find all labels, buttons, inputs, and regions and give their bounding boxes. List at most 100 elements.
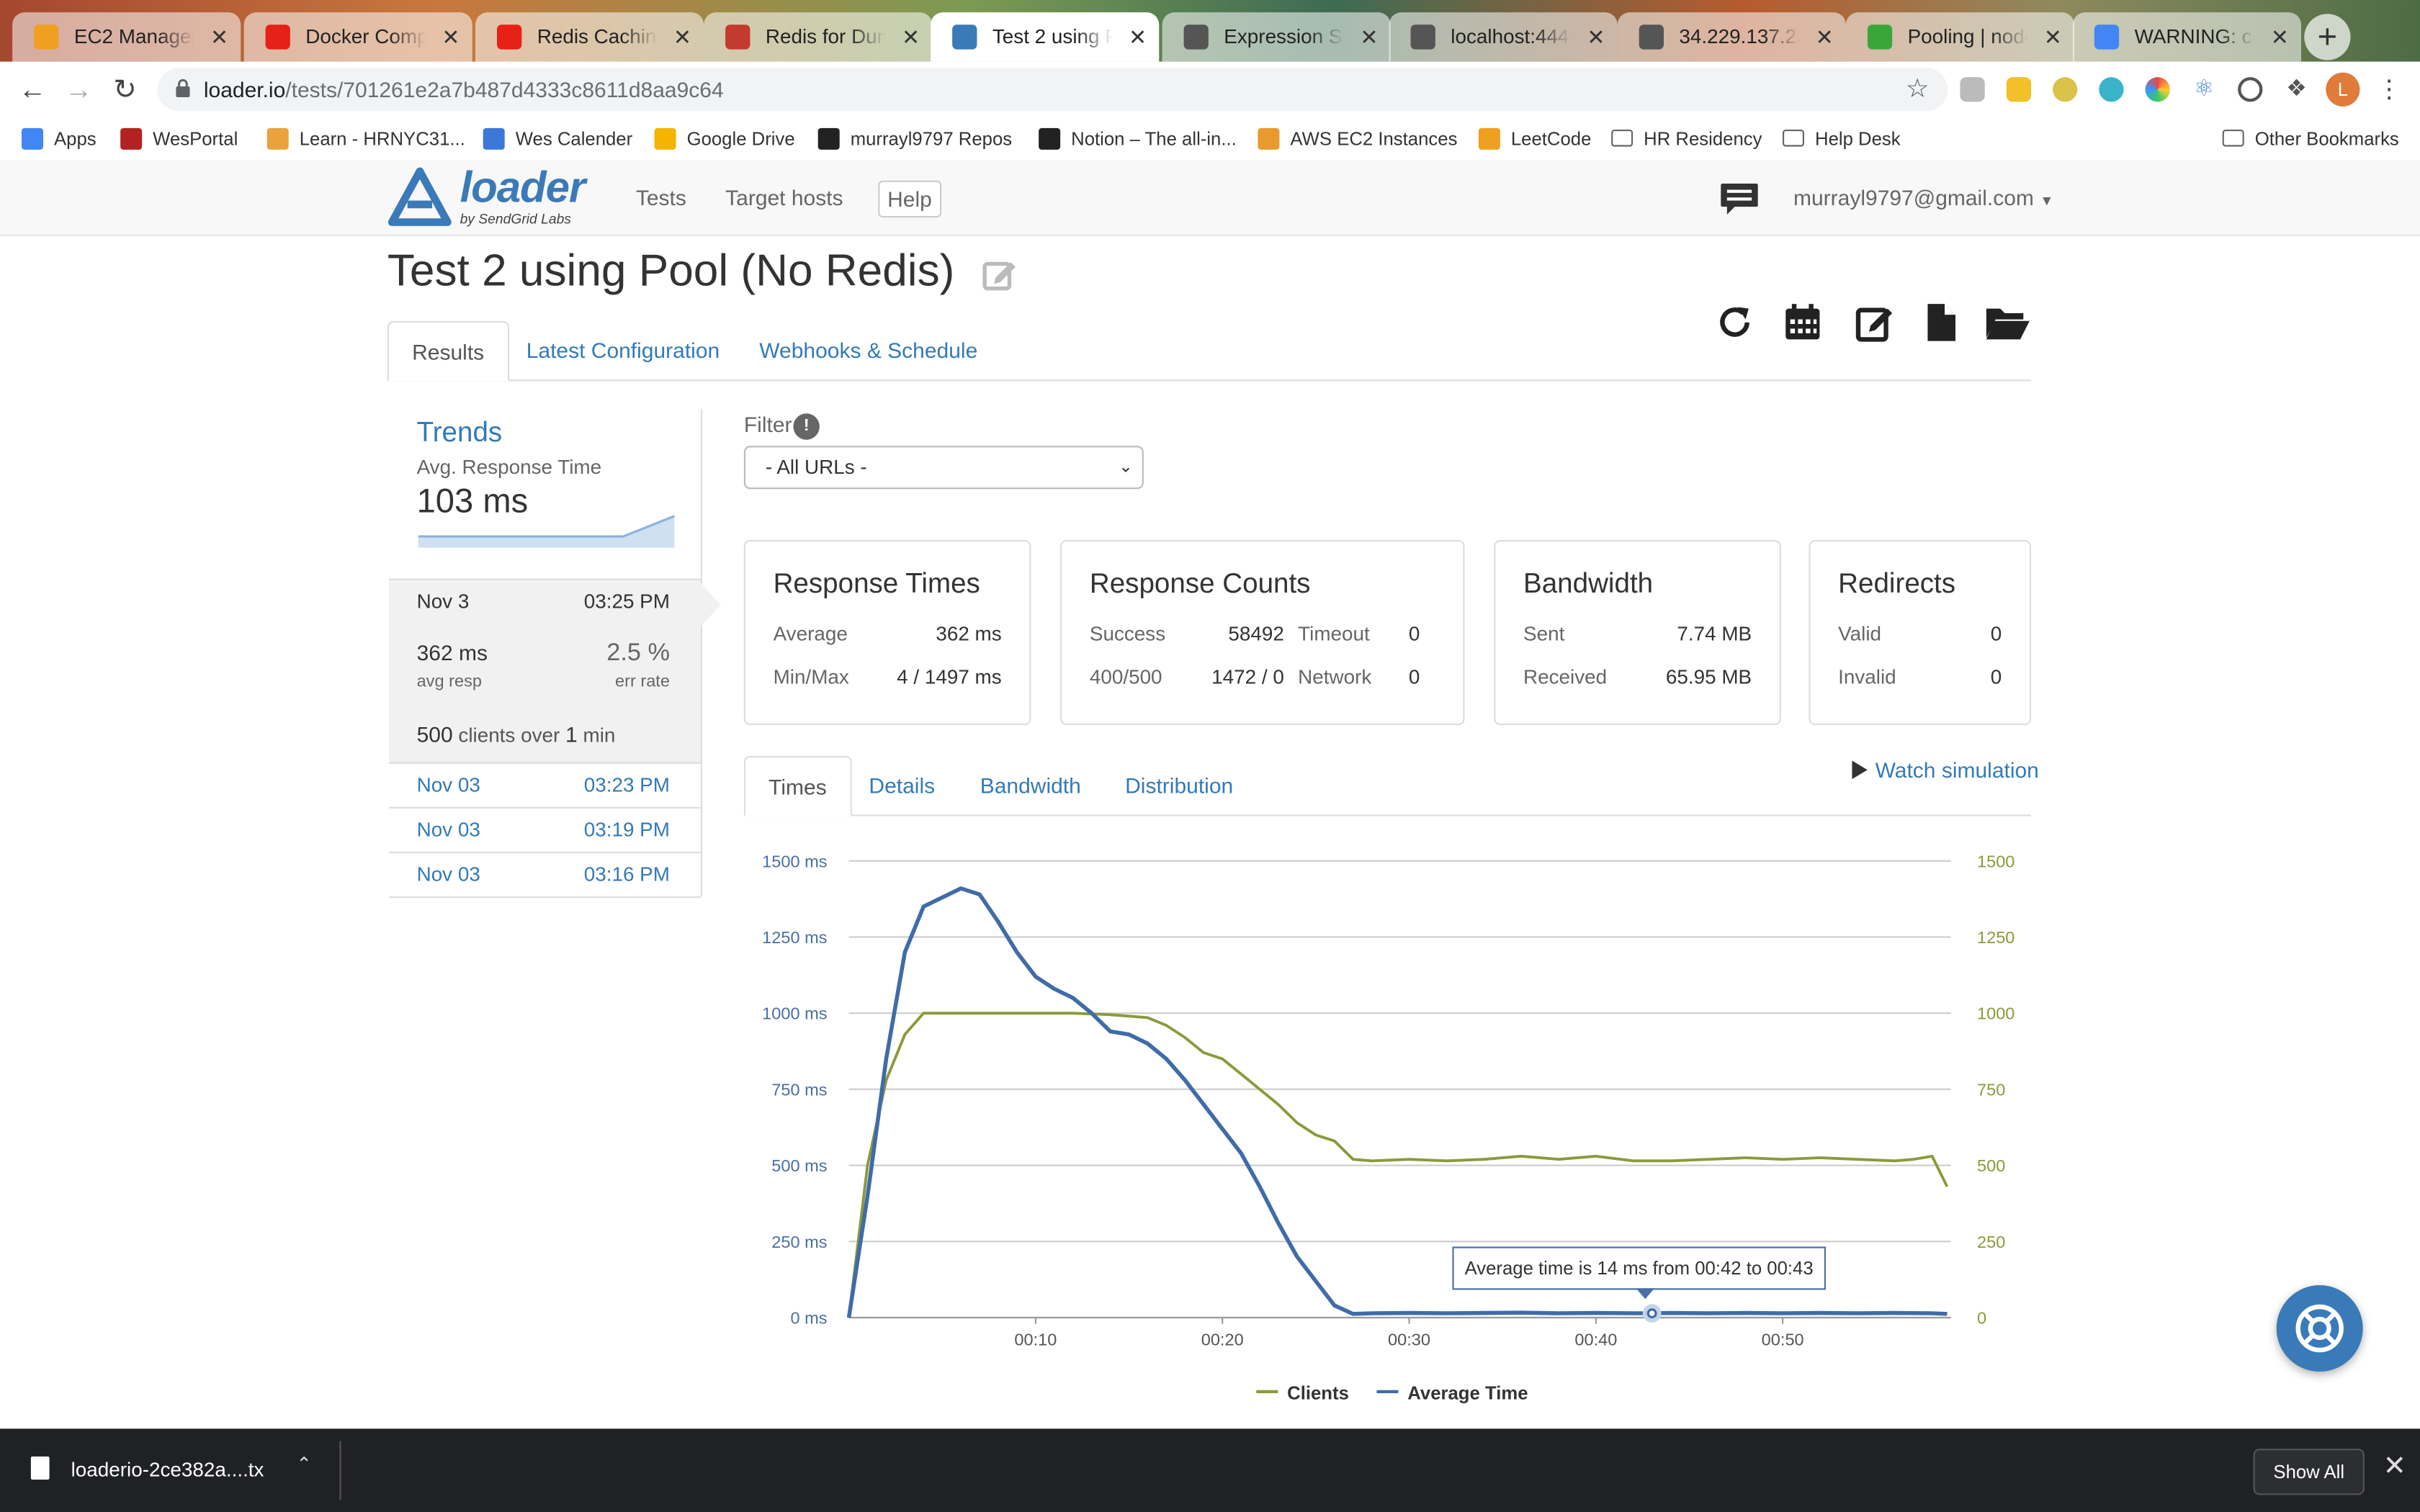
- github-icon: [817, 127, 840, 150]
- favicon-icon: [1183, 24, 1209, 50]
- tab-latest-configuration[interactable]: Latest Configuration: [503, 321, 743, 379]
- bookmark-item[interactable]: Wes Calender: [483, 127, 632, 151]
- tab-label: Redis for Dummies: [765, 24, 886, 48]
- run-history-item[interactable]: Nov 03 03:16 PM: [389, 852, 701, 899]
- times-chart[interactable]: 0 ms 0 250 ms 250 500 ms 500 750 ms 750 1000 ms 1…: [744, 833, 2031, 1365]
- stat-value: 0: [1408, 665, 1420, 688]
- close-tab-icon[interactable]: ✕: [1816, 12, 1834, 62]
- info-icon[interactable]: !: [793, 413, 820, 440]
- close-icon[interactable]: ✕: [2383, 1450, 2406, 1482]
- new-tab-button[interactable]: +: [2304, 14, 2351, 60]
- trends-title[interactable]: Trends: [417, 417, 503, 449]
- extension-icon[interactable]: [2006, 77, 2031, 102]
- run-date: Nov 3: [416, 589, 470, 613]
- browser-tab[interactable]: Docker Compose ✕: [243, 12, 472, 62]
- forward-arrow-icon[interactable]: →: [58, 71, 99, 108]
- close-tab-icon[interactable]: ✕: [902, 12, 920, 62]
- bookmark-item[interactable]: AWS EC2 Instances: [1258, 127, 1457, 151]
- chat-icon[interactable]: [1719, 182, 1760, 216]
- y-tick-label-left: 500 ms: [771, 1156, 827, 1175]
- extension-icon[interactable]: [1960, 77, 1985, 102]
- bookmark-item[interactable]: Google Drive: [654, 127, 795, 151]
- close-tab-icon[interactable]: ✕: [1360, 12, 1378, 62]
- browser-tab[interactable]: Expression Syntax ✕: [1162, 12, 1391, 62]
- bookmark-item[interactable]: Apps: [22, 127, 97, 151]
- browser-menu-icon[interactable]: ⋮: [2377, 74, 2401, 105]
- browser-tab[interactable]: Redis Caching ✕: [475, 12, 704, 62]
- bookmark-item[interactable]: Notion – The all-in...: [1039, 127, 1237, 151]
- tab-details[interactable]: Details: [846, 756, 958, 814]
- close-tab-icon[interactable]: ✕: [2271, 12, 2289, 62]
- trends-sparkline: [418, 515, 676, 548]
- browser-tab[interactable]: 34.229.137.235 ✕: [1617, 12, 1846, 62]
- puzzle-extensions-icon[interactable]: ❖: [2284, 76, 2308, 102]
- browser-tab[interactable]: localhost:4444 ✕: [1389, 12, 1618, 62]
- show-all-downloads-button[interactable]: Show All: [2253, 1449, 2365, 1495]
- y-tick-label-right: 1500: [1977, 852, 2015, 870]
- panel-title: Response Counts: [1089, 567, 1311, 599]
- bookmark-item[interactable]: LeetCode: [1478, 127, 1591, 151]
- address-bar[interactable]: loader.io/tests/701261e2a7b487d4333c8611…: [157, 68, 1948, 112]
- profile-avatar[interactable]: L: [2326, 72, 2360, 107]
- tab-label: EC2 Management: [73, 24, 194, 48]
- chevron-up-icon[interactable]: ⌃: [296, 1454, 312, 1475]
- bookmark-item[interactable]: WesPortal: [120, 127, 238, 151]
- nav-tests[interactable]: Tests: [636, 185, 686, 210]
- legend-clients[interactable]: Clients: [1256, 1382, 1349, 1404]
- extension-icon[interactable]: [2053, 77, 2078, 102]
- extension-icon[interactable]: [2145, 77, 2170, 102]
- tab-webhooks-schedule[interactable]: Webhooks & Schedule: [736, 321, 1000, 379]
- run-history-item[interactable]: Nov 03 03:23 PM: [389, 762, 701, 809]
- back-arrow-icon[interactable]: ←: [12, 71, 53, 108]
- close-tab-icon[interactable]: ✕: [2044, 12, 2062, 62]
- reload-icon[interactable]: ↻: [105, 71, 145, 108]
- help-button[interactable]: Help: [878, 180, 941, 218]
- run-history-item[interactable]: Nov 03 03:19 PM: [389, 807, 701, 853]
- stat-label: Received: [1523, 665, 1608, 688]
- close-tab-icon[interactable]: ✕: [210, 12, 228, 62]
- url-filter-select[interactable]: - All URLs - ⌄: [743, 446, 1144, 490]
- browser-tab[interactable]: Pooling | node-postgres ✕: [1845, 12, 2074, 62]
- tab-distribution[interactable]: Distribution: [1102, 756, 1256, 814]
- tab-times[interactable]: Times: [743, 756, 851, 816]
- google-drive-icon: [654, 127, 676, 150]
- browser-tabstrip: EC2 Management✕Docker Compose✕Redis Cach…: [0, 0, 2420, 62]
- extension-icon[interactable]: [2238, 77, 2263, 102]
- browser-tab[interactable]: EC2 Management ✕: [12, 12, 241, 62]
- watch-simulation-link[interactable]: Watch simulation: [1852, 757, 2039, 782]
- close-tab-icon[interactable]: ✕: [1129, 12, 1147, 62]
- chart-tabs: Times Details Bandwidth Distribution: [743, 756, 2031, 816]
- browser-tab[interactable]: Test 2 using Pool ✕: [931, 12, 1160, 62]
- react-devtools-icon[interactable]: ⚛: [2192, 76, 2216, 102]
- close-tab-icon[interactable]: ✕: [1587, 12, 1605, 62]
- bookmark-item[interactable]: Learn - HRNYC31...: [266, 127, 465, 151]
- legend-average-time[interactable]: Average Time: [1376, 1382, 1528, 1404]
- support-button[interactable]: [2276, 1285, 2363, 1372]
- tab-results[interactable]: Results: [387, 320, 509, 382]
- stat-label: Sent: [1523, 621, 1565, 645]
- browser-tab[interactable]: Redis for Dummies ✕: [704, 12, 933, 62]
- download-filename[interactable]: loaderio-2ce382a....tx: [71, 1458, 264, 1481]
- edit-title-icon[interactable]: [982, 256, 1018, 293]
- close-tab-icon[interactable]: ✕: [442, 12, 460, 62]
- close-tab-icon[interactable]: ✕: [673, 12, 691, 62]
- bookmark-item[interactable]: murrayl9797 Repos: [817, 127, 1012, 151]
- account-menu[interactable]: murrayl9797@gmail.com ▼: [1793, 185, 2053, 210]
- tab-bandwidth[interactable]: Bandwidth: [957, 756, 1104, 814]
- favicon-icon: [265, 24, 290, 50]
- selected-arrow: [700, 583, 721, 626]
- current-run[interactable]: Nov 3 03:25 PM 362 ms avg resp 2.5 % err…: [389, 578, 721, 764]
- bookmark-item[interactable]: Help Desk: [1783, 127, 1901, 151]
- hover-point: [1646, 1308, 1657, 1319]
- folder-icon: [1611, 130, 1634, 147]
- logo-text[interactable]: loader: [460, 163, 586, 213]
- extension-icon[interactable]: [2099, 77, 2124, 102]
- bookmark-item[interactable]: HR Residency: [1611, 127, 1762, 151]
- nav-target-hosts[interactable]: Target hosts: [725, 185, 843, 210]
- bookmark-star-icon[interactable]: ☆: [1906, 74, 1930, 105]
- browser-tab[interactable]: WARNING: could not ✕: [2072, 12, 2301, 62]
- other-bookmarks[interactable]: Other Bookmarks: [2222, 127, 2399, 151]
- run-avg-resp: 362 ms: [416, 640, 488, 665]
- loader-logo-icon[interactable]: [387, 166, 452, 228]
- leetcode-icon: [1478, 127, 1500, 150]
